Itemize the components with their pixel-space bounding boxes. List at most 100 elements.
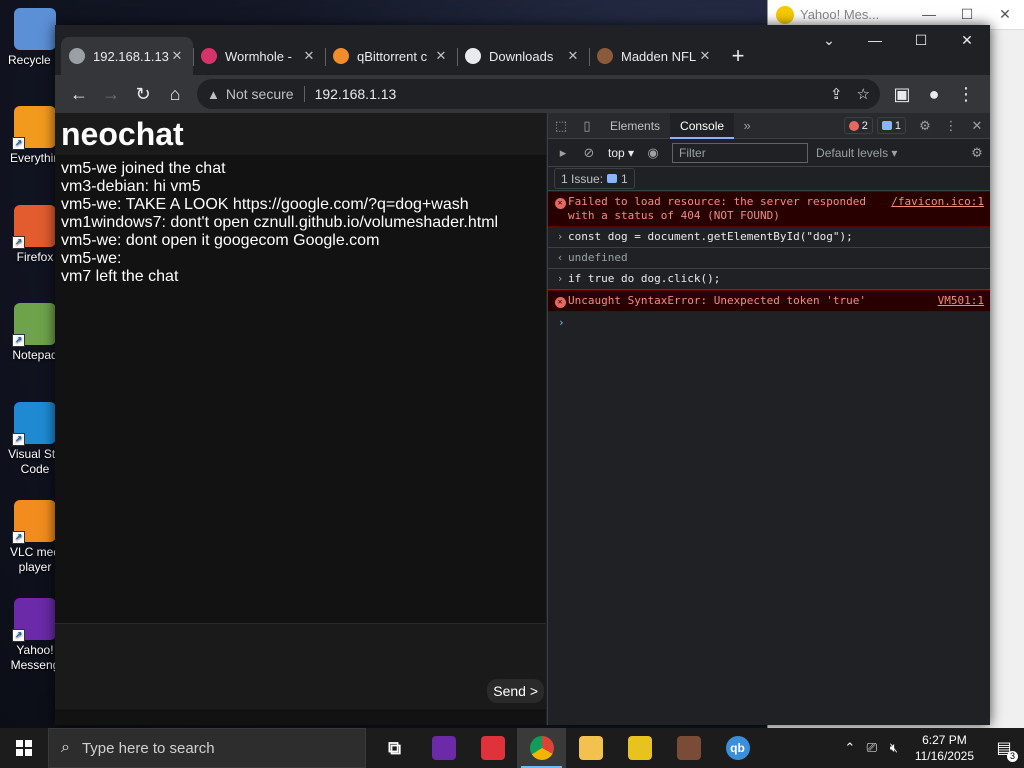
- tab-close-icon[interactable]: ✕: [169, 48, 185, 64]
- console-text: undefined: [568, 251, 628, 264]
- message-list: vm5-we joined the chat vm3-debian: hi vm5…: [55, 155, 546, 623]
- search-placeholder: Type here to search: [81, 739, 215, 757]
- error-count-badge[interactable]: 2: [843, 117, 873, 134]
- inspect-element-icon[interactable]: ⬚: [548, 118, 574, 134]
- message-count-badge[interactable]: 1: [876, 117, 906, 134]
- console-return-row: ‹ undefined: [548, 248, 990, 269]
- chat-header: neochat: [55, 113, 546, 155]
- url-text[interactable]: 192.168.1.13: [315, 86, 397, 102]
- clear-console-icon[interactable]: ⊘: [576, 145, 602, 161]
- notification-center-icon[interactable]: ▤ 3: [984, 728, 1024, 768]
- taskbar-app[interactable]: [468, 728, 517, 768]
- tab-close-icon[interactable]: ✕: [433, 48, 449, 64]
- clock[interactable]: 6:27 PM 11/16/2025: [905, 732, 984, 764]
- console-error-row: ✕ Failed to load resource: the server res…: [548, 191, 990, 227]
- chat-message: vm7 left the chat: [61, 268, 179, 285]
- browser-tab[interactable]: qBittorrent c ✕: [325, 37, 457, 75]
- volume-muted-icon[interactable]: 🔇︎: [883, 740, 905, 756]
- issues-label: 1 Issue:: [561, 171, 604, 186]
- composer[interactable]: [55, 623, 546, 709]
- clock-time: 6:27 PM: [922, 733, 967, 747]
- tab-console[interactable]: Console: [670, 112, 735, 139]
- issues-button[interactable]: 1 Issue: 1: [554, 168, 635, 189]
- browser-tab[interactable]: Downloads ✕: [457, 37, 589, 75]
- taskbar-app[interactable]: [517, 728, 566, 768]
- page-title: neochat: [61, 115, 184, 152]
- close-button[interactable]: ✕: [986, 6, 1024, 23]
- minimize-button[interactable]: —: [910, 6, 948, 23]
- madden-icon: [597, 48, 613, 64]
- taskbar-app[interactable]: qb: [713, 728, 762, 768]
- menu-kebab-icon[interactable]: ⋮: [950, 80, 982, 108]
- message-count: 1: [894, 119, 901, 132]
- console-settings-gear-icon[interactable]: ⚙: [964, 145, 990, 161]
- tab-strip: 192.168.1.13 ✕ Wormhole - ✕ qBittorrent c ✕ Do…: [55, 25, 990, 75]
- chat-message: vm5-we:: [61, 250, 122, 267]
- tab-close-icon[interactable]: ✕: [301, 48, 317, 64]
- warning-icon[interactable]: ▲: [207, 87, 220, 102]
- tab-elements[interactable]: Elements: [600, 113, 670, 139]
- forward-button[interactable]: →: [95, 80, 127, 108]
- chevron-up-icon[interactable]: ⌃: [839, 740, 861, 756]
- sidebar-toggle-icon[interactable]: ▸: [550, 145, 576, 161]
- input-chevron-icon: ›: [556, 272, 564, 285]
- qbittorrent-icon: [333, 48, 349, 64]
- browser-tab[interactable]: Wormhole - ✕: [193, 37, 325, 75]
- tab-search-icon[interactable]: ⌄: [806, 25, 852, 55]
- browser-tab[interactable]: Madden NFL ✕: [589, 37, 721, 75]
- context-selector[interactable]: top ▾: [602, 146, 640, 160]
- source-link[interactable]: VM501:1: [938, 294, 984, 308]
- clock-date: 11/16/2025: [914, 749, 974, 763]
- home-button[interactable]: ⌂: [159, 80, 191, 108]
- taskbar-app[interactable]: [419, 728, 468, 768]
- yahoo-messenger-icon: [431, 736, 456, 760]
- yahoo-messenger-icon: [776, 5, 794, 24]
- device-toolbar-icon[interactable]: ▯: [574, 118, 600, 134]
- devtools-menu-icon[interactable]: ⋮: [938, 118, 964, 134]
- issues-bar: 1 Issue: 1: [548, 167, 990, 191]
- reload-button[interactable]: ↻: [127, 80, 159, 108]
- profile-icon[interactable]: ●: [918, 80, 950, 108]
- error-icon: ✕: [554, 197, 566, 209]
- maximize-button[interactable]: ☐: [948, 6, 986, 23]
- share-icon[interactable]: ⇪: [830, 85, 843, 103]
- tab-close-icon[interactable]: ✕: [697, 48, 713, 64]
- taskbar-app[interactable]: [615, 728, 664, 768]
- back-button[interactable]: ←: [63, 80, 95, 108]
- address-bar[interactable]: ▲ Not secure 192.168.1.13 ⇪ ☆: [197, 79, 880, 109]
- taskbar-app[interactable]: [664, 728, 713, 768]
- chrome-window: 192.168.1.13 ✕ Wormhole - ✕ qBittorrent c ✕ Do…: [55, 25, 990, 725]
- taskbar-app[interactable]: [566, 728, 615, 768]
- filter-input[interactable]: [672, 142, 809, 163]
- message-input[interactable]: [55, 624, 546, 709]
- settings-gear-icon[interactable]: ⚙: [912, 118, 938, 134]
- error-icon: ✕: [554, 296, 566, 308]
- taskbar-search[interactable]: ⌕ Type here to search: [48, 728, 366, 768]
- maximize-button[interactable]: ☐: [898, 25, 944, 55]
- browser-tab[interactable]: 192.168.1.13 ✕: [61, 37, 193, 75]
- close-devtools-icon[interactable]: ✕: [964, 118, 990, 134]
- send-button[interactable]: Send >: [487, 679, 544, 703]
- start-button[interactable]: [0, 728, 48, 768]
- close-button[interactable]: ✕: [944, 25, 990, 55]
- shortcut-arrow-icon: ↗: [12, 236, 25, 249]
- source-link[interactable]: /favicon.ico:1: [891, 195, 984, 223]
- live-expression-eye-icon[interactable]: ◉: [640, 145, 666, 161]
- more-tabs-icon[interactable]: »: [734, 118, 760, 133]
- log-levels-dropdown[interactable]: Default levels ▾: [816, 146, 897, 160]
- console-prompt[interactable]: ›: [548, 312, 990, 334]
- console-text: Uncaught SyntaxError: Unexpected token '…: [568, 294, 867, 307]
- taskbar-app[interactable]: ⧉: [370, 728, 419, 768]
- system-tray: ⌃ ⎚ 🔇︎ 6:27 PM 11/16/2025 ▤ 3: [839, 728, 1024, 768]
- chat-message: vm5-we: dont open it googecom Google.com: [61, 232, 380, 249]
- qbittorrent-icon: qb: [725, 736, 750, 760]
- minimize-button[interactable]: —: [852, 25, 898, 55]
- side-panel-icon[interactable]: ▣: [886, 80, 918, 108]
- security-label[interactable]: Not secure: [226, 86, 294, 102]
- new-tab-button[interactable]: +: [721, 37, 755, 75]
- network-icon[interactable]: ⎚: [861, 740, 883, 756]
- shortcut-arrow-icon: ↗: [12, 433, 25, 446]
- tab-close-icon[interactable]: ✕: [565, 48, 581, 64]
- bookmark-star-icon[interactable]: ☆: [857, 85, 870, 103]
- chat-message: vm1windows7: dont't open cznull.github.i…: [61, 214, 499, 231]
